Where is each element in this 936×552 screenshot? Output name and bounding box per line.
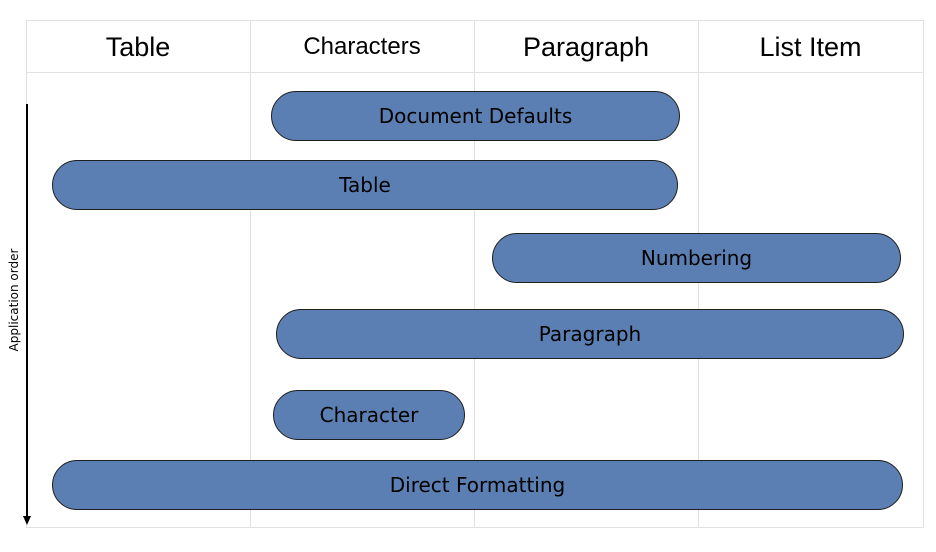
bar-numbering: Numbering	[492, 233, 901, 283]
column-header-characters: Characters	[303, 33, 421, 60]
application-order-label: Application order	[7, 248, 21, 352]
grid-line-right	[923, 20, 924, 528]
bar-document-defaults: Document Defaults	[271, 91, 680, 141]
grid-line-bottom	[26, 527, 924, 528]
column-header-paragraph: Paragraph	[522, 31, 650, 62]
grid-line-top	[26, 20, 924, 21]
column-header-list-item: List Item	[759, 31, 862, 62]
bar-table: Table	[52, 160, 678, 210]
bar-direct-formatting: Direct Formatting	[52, 460, 903, 510]
application-order-arrow	[26, 104, 28, 518]
grid-line-col-1	[250, 20, 251, 528]
column-header-table: Table	[105, 31, 171, 62]
arrow-head-icon	[23, 516, 31, 525]
bar-character: Character	[273, 390, 465, 440]
bar-paragraph: Paragraph	[276, 309, 904, 359]
grid-line-header-divider	[26, 72, 924, 73]
